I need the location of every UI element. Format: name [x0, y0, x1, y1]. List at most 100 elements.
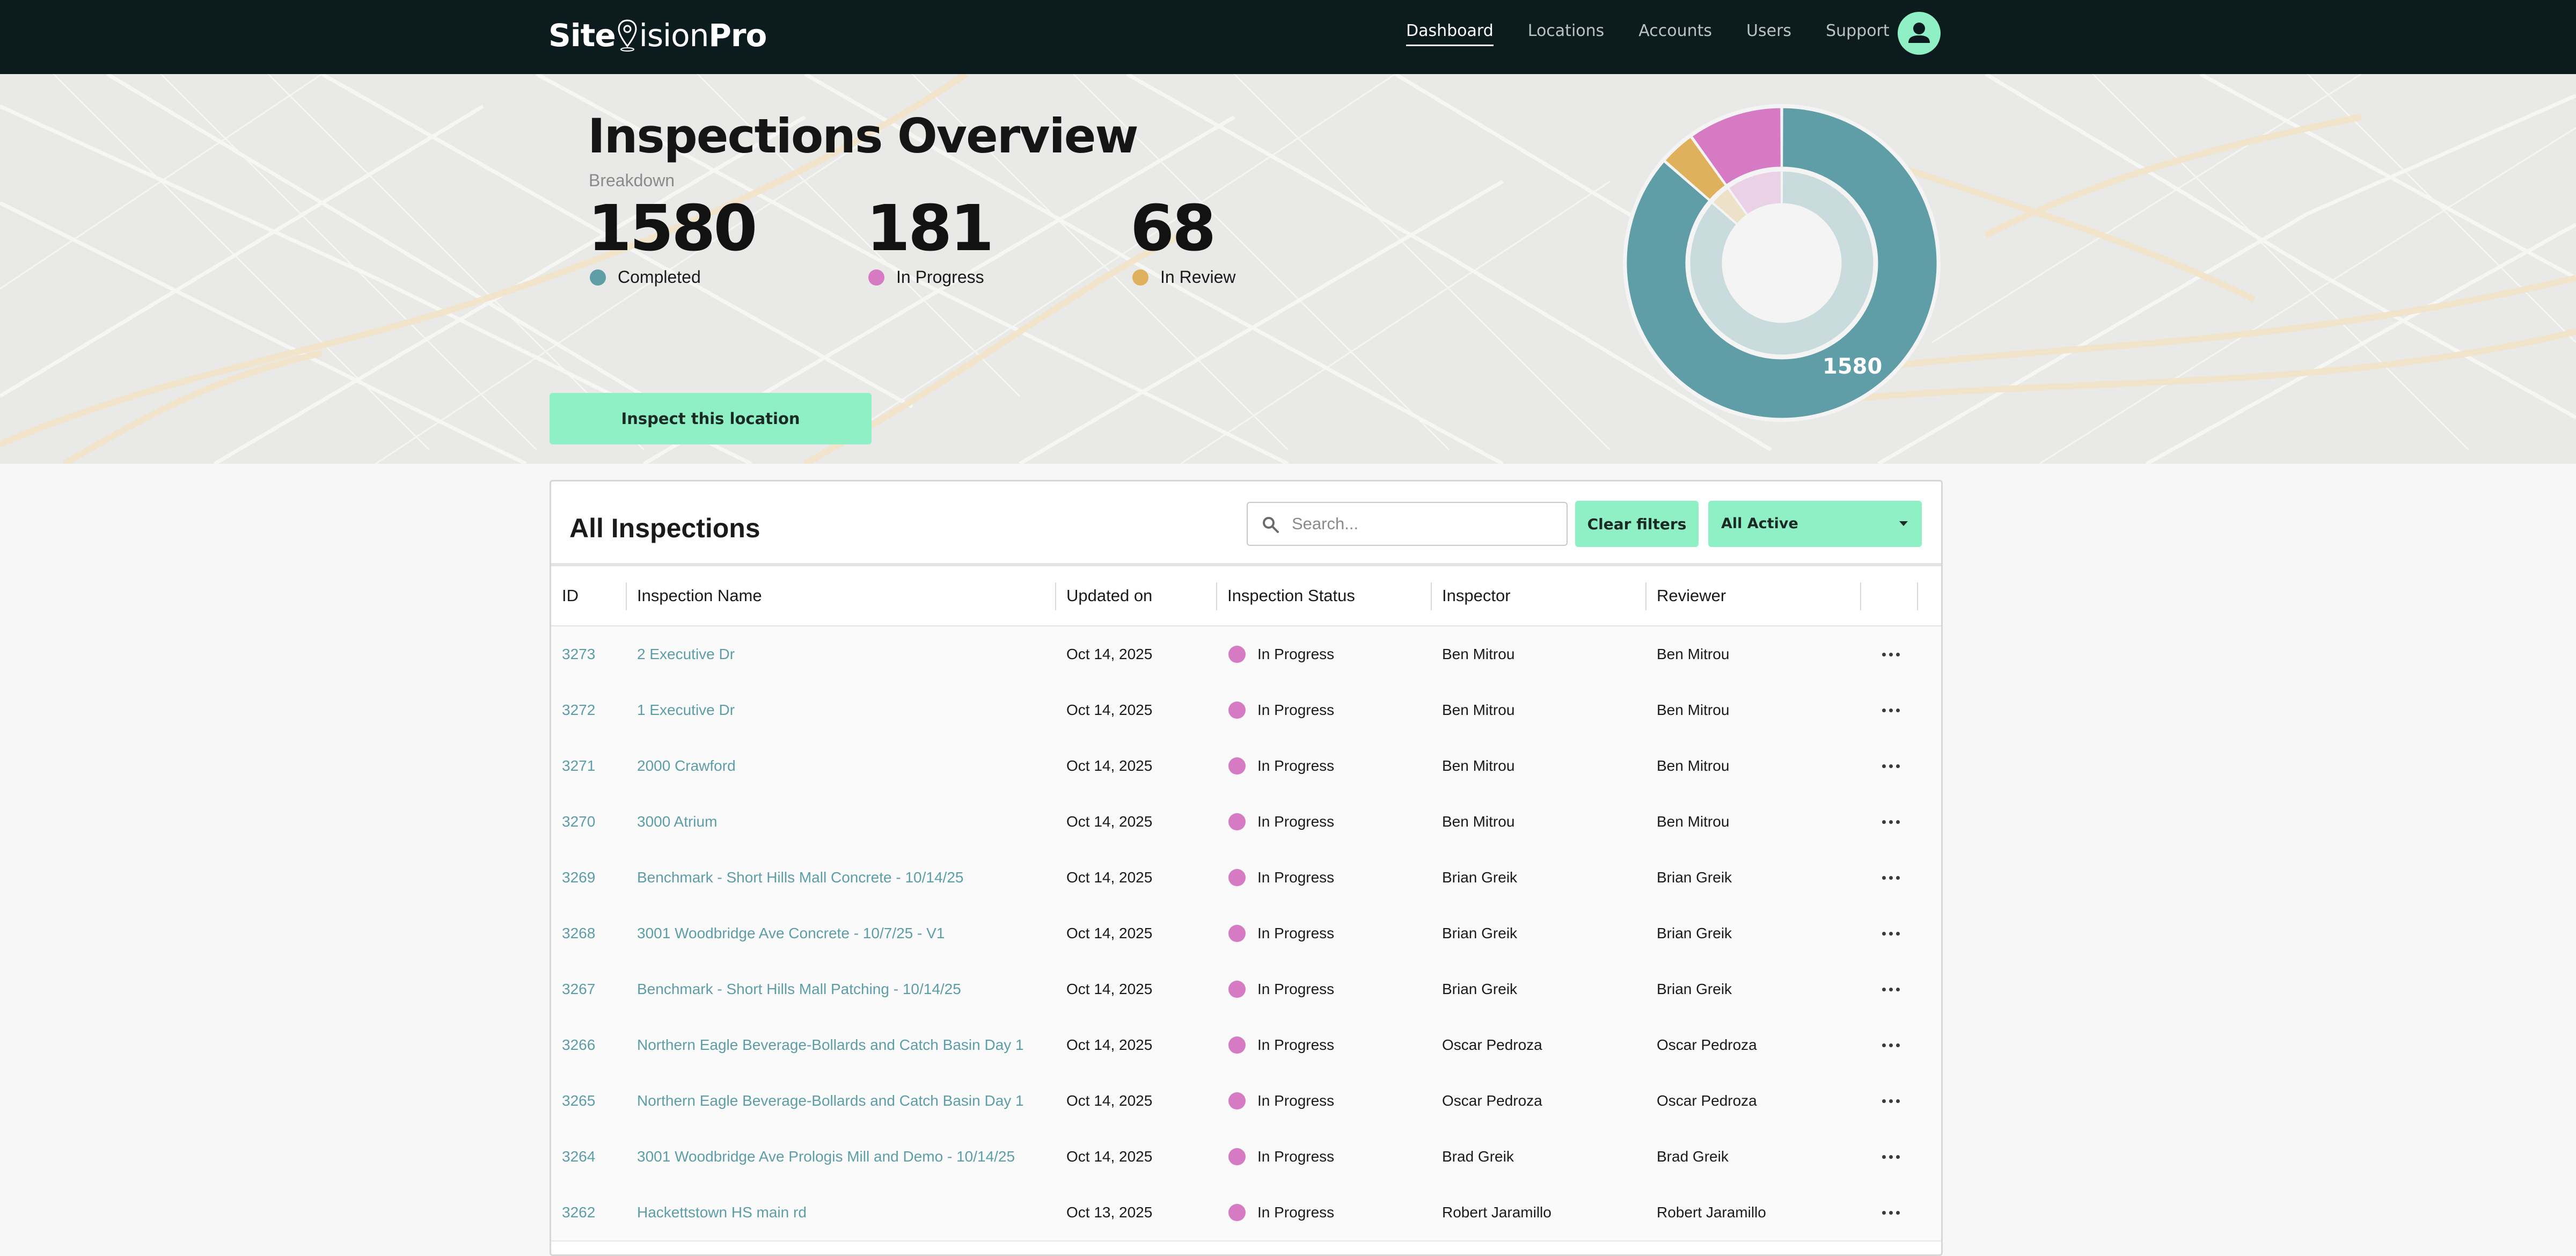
inspection-name-link[interactable]: 3001 Woodbridge Ave Prologis Mill and De… [637, 1129, 1015, 1185]
status-label: In Progress [1257, 1092, 1335, 1109]
inspections-donut-chart: 1580 [1623, 104, 1941, 422]
clear-filters-button[interactable]: Clear filters [1575, 501, 1699, 547]
nav-accounts[interactable]: Accounts [1638, 21, 1712, 46]
logo-text-pro: Pro [708, 17, 767, 54]
column-separator [626, 582, 627, 610]
updated-on-cell: Oct 14, 2025 [1066, 646, 1153, 662]
logo-text-site: Site [548, 17, 616, 54]
inspection-id-link[interactable]: 3268 [562, 906, 595, 961]
nav-users[interactable]: Users [1746, 21, 1791, 46]
inspection-id-link[interactable]: 3272 [562, 682, 595, 738]
inspection-name-link[interactable]: Hackettstown HS main rd [637, 1185, 807, 1240]
table-row[interactable]: 3269 Benchmark - Short Hills Mall Concret… [551, 850, 1941, 907]
status-cell: In Progress [1228, 1185, 1334, 1240]
stat-in-review-value: 68 [1130, 191, 1216, 265]
column-header-reviewer[interactable]: Reviewer [1657, 566, 1726, 625]
stat-in-progress-value: 181 [866, 191, 994, 265]
table-row[interactable]: 3264 3001 Woodbridge Ave Prologis Mill an… [551, 1129, 1941, 1186]
table-row[interactable]: 3270 3000 Atrium Oct 14, 2025 Ben Mitrou Ben… [551, 794, 1941, 851]
inspection-id-link[interactable]: 3267 [562, 961, 595, 1017]
inspection-name-link[interactable]: Benchmark - Short Hills Mall Patching - … [637, 961, 961, 1017]
inspect-location-button[interactable]: Inspect this location [550, 393, 872, 444]
inspection-name-link[interactable]: Northern Eagle Beverage-Bollards and Cat… [637, 1073, 1024, 1129]
nav-dashboard[interactable]: Dashboard [1406, 21, 1494, 46]
table-row[interactable]: 3271 2000 Crawford Oct 14, 2025 Ben Mitrou B… [551, 738, 1941, 795]
row-more-options-icon[interactable] [1875, 1185, 1907, 1240]
table-row[interactable]: 3267 Benchmark - Short Hills Mall Patchin… [551, 961, 1941, 1018]
status-label: In Progress [1257, 646, 1335, 662]
column-separator [1645, 582, 1646, 610]
stat-in-review-label: In Review [1160, 267, 1236, 287]
status-dot [1228, 813, 1246, 830]
updated-on-cell: Oct 14, 2025 [1066, 1092, 1153, 1109]
status-label: In Progress [1257, 757, 1335, 774]
inspection-name-link[interactable]: 1 Executive Dr [637, 682, 735, 738]
status-dot [1228, 1036, 1246, 1054]
updated-on-cell: Oct 14, 2025 [1066, 702, 1153, 718]
status-dot [1228, 1092, 1246, 1109]
row-more-options-icon[interactable] [1875, 1073, 1907, 1129]
inspection-id-link[interactable]: 3264 [562, 1129, 595, 1185]
column-header-inspection-status[interactable]: Inspection Status [1227, 566, 1355, 625]
status-label: In Progress [1257, 1036, 1335, 1053]
inspection-id-link[interactable]: 3273 [562, 626, 595, 682]
column-header-id[interactable]: ID [562, 566, 579, 625]
row-more-options-icon[interactable] [1875, 906, 1907, 961]
user-avatar[interactable] [1898, 12, 1941, 55]
inspection-id-link[interactable]: 3270 [562, 794, 595, 850]
inspection-id-link[interactable]: 3271 [562, 738, 595, 794]
status-dot [1228, 1148, 1246, 1165]
inspector-cell: Oscar Pedroza [1442, 1036, 1542, 1053]
nav-locations[interactable]: Locations [1528, 21, 1605, 46]
table-row[interactable]: 3273 2 Executive Dr Oct 14, 2025 Ben Mitrou… [551, 626, 1941, 683]
inspection-id-link[interactable]: 3266 [562, 1017, 595, 1073]
stat-in-progress: 181 In Progress [866, 191, 994, 287]
inspection-name-link[interactable]: 2000 Crawford [637, 738, 736, 794]
search-input[interactable] [1291, 510, 1550, 537]
reviewer-cell: Ben Mitrou [1657, 813, 1730, 830]
row-more-options-icon[interactable] [1875, 850, 1907, 906]
table-row[interactable]: 3265 Northern Eagle Beverage-Bollards and… [551, 1073, 1941, 1130]
status-cell: In Progress [1228, 1073, 1334, 1129]
row-more-options-icon[interactable] [1875, 682, 1907, 738]
status-dot [1228, 869, 1246, 886]
row-more-options-icon[interactable] [1875, 961, 1907, 1017]
nav-support[interactable]: Support [1826, 21, 1890, 46]
reviewer-cell: Oscar Pedroza [1657, 1092, 1757, 1109]
inspection-id-link[interactable]: 3269 [562, 850, 595, 906]
column-header-inspector[interactable]: Inspector [1442, 566, 1511, 625]
inspection-id-link[interactable]: 3262 [562, 1185, 595, 1240]
column-separator [1216, 582, 1217, 610]
table-row[interactable]: 3266 Northern Eagle Beverage-Bollards and… [551, 1017, 1941, 1074]
reviewer-cell: Brad Greik [1657, 1148, 1729, 1165]
table-row[interactable]: 3268 3001 Woodbridge Ave Concrete - 10/7/… [551, 906, 1941, 962]
stat-completed: 1580 Completed [588, 191, 757, 287]
table-row[interactable]: 3272 1 Executive Dr Oct 14, 2025 Ben Mitrou… [551, 682, 1941, 739]
completed-color-dot [590, 269, 606, 286]
map-background [0, 74, 2576, 464]
row-more-options-icon[interactable] [1875, 794, 1907, 850]
status-cell: In Progress [1228, 738, 1334, 794]
column-header-updated-on[interactable]: Updated on [1066, 566, 1152, 625]
logo-text-ision: ision [639, 17, 709, 54]
row-more-options-icon[interactable] [1875, 738, 1907, 794]
sitevision-logo[interactable]: Site ision Pro [548, 14, 767, 57]
reviewer-cell: Oscar Pedroza [1657, 1036, 1757, 1053]
table-row[interactable]: 3262 Hackettstown HS main rd Oct 13, 2025 R… [551, 1185, 1941, 1242]
inspection-name-link[interactable]: 3000 Atrium [637, 794, 717, 850]
stat-completed-value: 1580 [588, 191, 757, 265]
row-more-options-icon[interactable] [1875, 626, 1907, 682]
inspection-name-link[interactable]: Northern Eagle Beverage-Bollards and Cat… [637, 1017, 1024, 1073]
inspection-name-link[interactable]: 2 Executive Dr [637, 626, 735, 682]
stat-in-review-label-row: In Review [1130, 267, 1236, 287]
column-header-inspection-name[interactable]: Inspection Name [637, 566, 762, 625]
row-more-options-icon[interactable] [1875, 1129, 1907, 1185]
inspection-name-link[interactable]: 3001 Woodbridge Ave Concrete - 10/7/25 -… [637, 906, 945, 961]
in-progress-color-dot [868, 269, 884, 286]
inspection-name-link[interactable]: Benchmark - Short Hills Mall Concrete - … [637, 850, 963, 906]
status-filter-select[interactable]: All Active [1708, 501, 1922, 547]
inspection-id-link[interactable]: 3265 [562, 1073, 595, 1129]
inspector-cell: Ben Mitrou [1442, 757, 1515, 774]
row-more-options-icon[interactable] [1875, 1017, 1907, 1073]
search-box[interactable] [1247, 502, 1568, 546]
